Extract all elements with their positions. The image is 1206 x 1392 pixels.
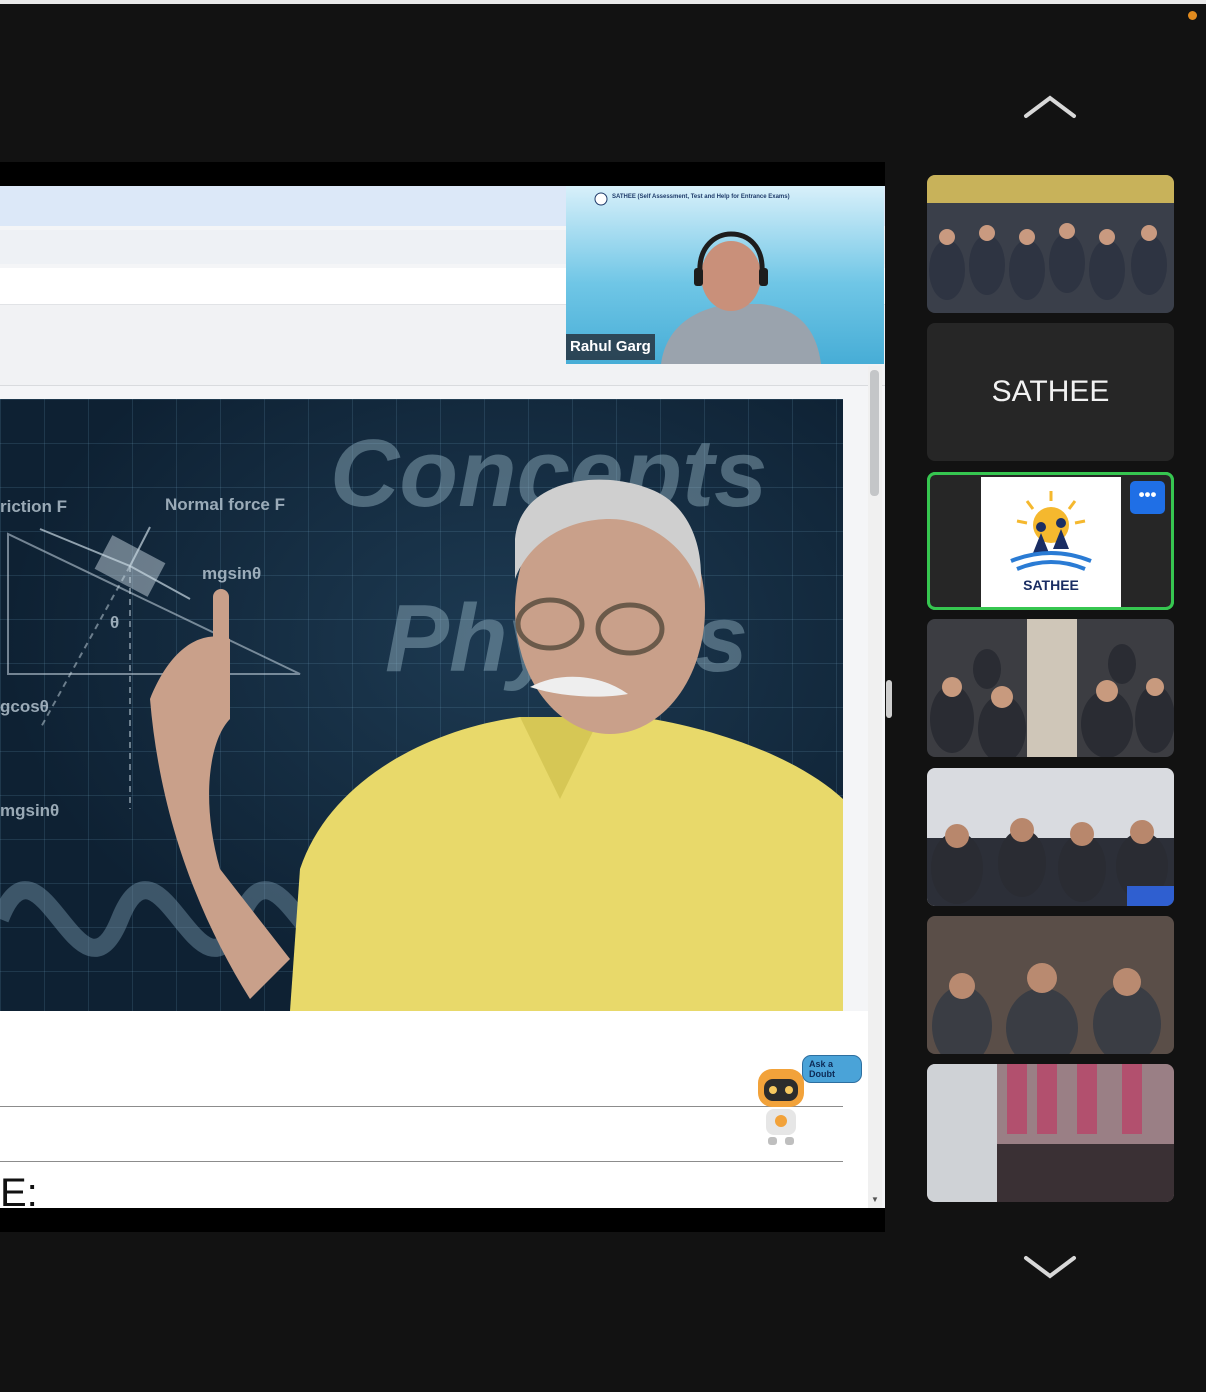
participant-video	[927, 916, 1174, 1054]
chevron-up-icon	[1024, 95, 1076, 118]
more-options-button[interactable]: •••	[1130, 481, 1165, 514]
page-scrollbar[interactable]: ▼	[868, 366, 882, 1208]
top-edge	[0, 0, 1206, 4]
speaker-name-label: Rahul Garg	[566, 334, 655, 360]
sathee-logo-icon	[1010, 491, 1092, 571]
scrollbar-thumb[interactable]	[870, 370, 879, 496]
panel-resize-handle[interactable]	[886, 680, 892, 718]
participant-tile-video[interactable]	[927, 768, 1174, 906]
participant-video	[927, 1064, 1174, 1202]
scroll-down-icon[interactable]: ▼	[871, 1195, 879, 1204]
sathee-logo: SATHEE	[981, 477, 1121, 607]
participant-tile-video[interactable]	[927, 175, 1174, 313]
participant-video	[927, 175, 1174, 313]
participant-tile-video[interactable]	[927, 916, 1174, 1054]
participant-tile-active-speaker[interactable]: SATHEE •••	[927, 472, 1174, 610]
participant-name: SATHEE	[991, 375, 1110, 408]
ask-doubt-widget[interactable]: Ask a Doubt	[752, 1055, 862, 1150]
participant-video	[927, 619, 1174, 757]
divider	[0, 1161, 843, 1162]
participant-tile-name[interactable]: SATHEE	[927, 323, 1174, 461]
page-content: E:	[0, 1011, 870, 1208]
recording-indicator	[1188, 11, 1197, 20]
gallery-scroll-down-button[interactable]	[1020, 1248, 1080, 1288]
participant-video	[927, 768, 1174, 906]
lecture-video[interactable]: Concepts Physics riction F Normal force …	[0, 399, 843, 1011]
divider	[0, 1106, 843, 1107]
shared-screen[interactable]: Concepts Physics riction F Normal force …	[0, 162, 885, 1232]
gallery-scroll-up-button[interactable]	[1020, 88, 1080, 128]
robot-icon[interactable]	[752, 1061, 822, 1151]
participant-tile-video[interactable]	[927, 619, 1174, 757]
speaker-video[interactable]: SATHEE (Self Assessment, Test and Help f…	[566, 186, 884, 364]
page-heading: E:	[0, 1171, 38, 1208]
presenter-figure	[150, 479, 843, 1011]
sathee-logo-text: SATHEE	[1023, 577, 1079, 593]
participant-tile-video[interactable]	[927, 1064, 1174, 1202]
chevron-down-icon	[1024, 1256, 1076, 1279]
